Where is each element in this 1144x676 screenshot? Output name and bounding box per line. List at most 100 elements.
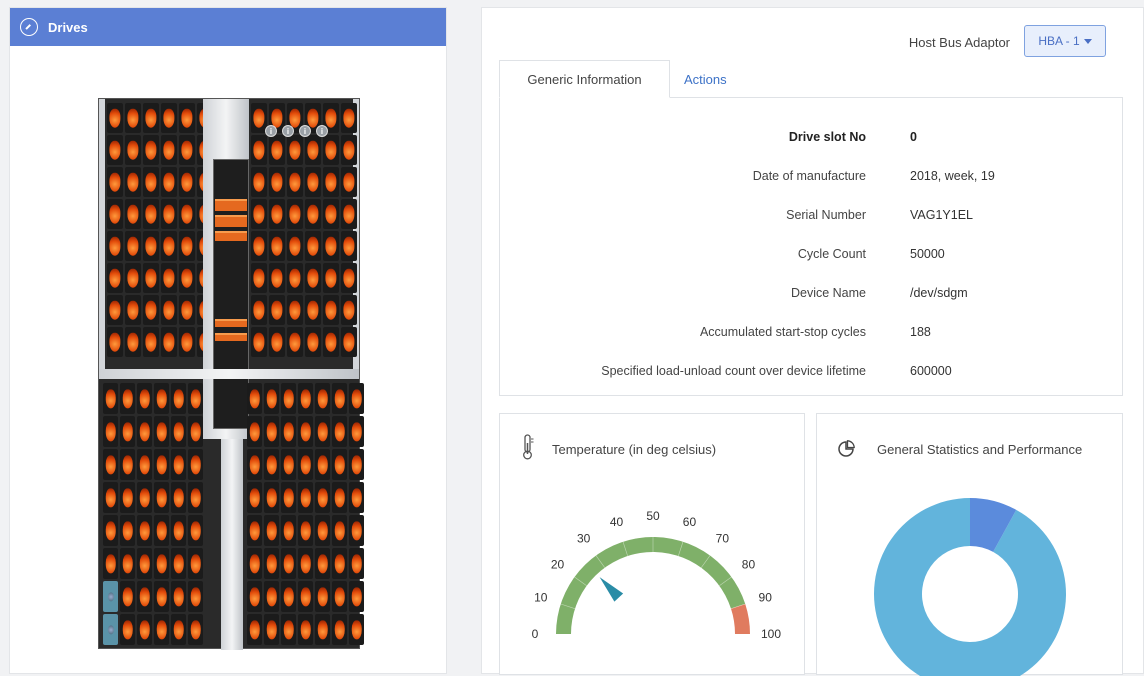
drive-slot[interactable] xyxy=(125,103,141,133)
info-badge-icon[interactable]: i xyxy=(316,125,328,137)
drive-slot[interactable] xyxy=(332,581,347,612)
drive-slot[interactable] xyxy=(298,482,313,513)
drive-slot[interactable] xyxy=(315,515,330,546)
hba-dropdown[interactable]: HBA - 1 xyxy=(1024,25,1106,57)
drive-slot[interactable] xyxy=(179,327,195,357)
drive-slot[interactable] xyxy=(154,416,169,447)
drive-slot[interactable] xyxy=(107,167,123,197)
drive-slot[interactable] xyxy=(315,482,330,513)
drive-slot[interactable] xyxy=(143,263,159,293)
drive-slot[interactable] xyxy=(103,383,118,414)
drive-slot[interactable] xyxy=(171,515,186,546)
drive-slot[interactable] xyxy=(349,581,364,612)
info-badge-icon[interactable]: i xyxy=(265,125,277,137)
drive-slot[interactable] xyxy=(349,515,364,546)
drive-slot[interactable] xyxy=(137,482,152,513)
drive-slot[interactable] xyxy=(179,167,195,197)
drive-slot[interactable] xyxy=(251,167,267,197)
drive-slot[interactable] xyxy=(298,416,313,447)
drive-slot[interactable] xyxy=(305,199,321,229)
drive-slot[interactable] xyxy=(323,167,339,197)
drive-slot[interactable] xyxy=(171,482,186,513)
drive-slot[interactable] xyxy=(137,548,152,579)
drive-slot[interactable] xyxy=(137,383,152,414)
drive-slot[interactable] xyxy=(188,449,203,480)
drive-slot[interactable] xyxy=(107,263,123,293)
drive-slot[interactable] xyxy=(251,327,267,357)
drive-slot[interactable] xyxy=(154,515,169,546)
drive-slot[interactable] xyxy=(305,231,321,261)
drive-slot[interactable] xyxy=(188,614,203,645)
drive-slot[interactable] xyxy=(179,231,195,261)
drive-slot[interactable] xyxy=(171,416,186,447)
drive-slot[interactable] xyxy=(179,103,195,133)
drive-slot[interactable] xyxy=(264,482,279,513)
drive-slot[interactable] xyxy=(332,548,347,579)
drive-slot[interactable] xyxy=(349,383,364,414)
drive-slot[interactable] xyxy=(341,167,357,197)
drive-slot[interactable] xyxy=(161,327,177,357)
drive-slot[interactable] xyxy=(287,199,303,229)
drive-slot[interactable] xyxy=(188,515,203,546)
drive-slot[interactable] xyxy=(264,548,279,579)
drive-slot[interactable] xyxy=(281,515,296,546)
drive-slot[interactable] xyxy=(269,231,285,261)
drive-slot[interactable] xyxy=(315,449,330,480)
drive-slot[interactable] xyxy=(143,231,159,261)
drive-slot[interactable] xyxy=(137,449,152,480)
drive-slot[interactable] xyxy=(179,135,195,165)
drive-slot[interactable] xyxy=(247,482,262,513)
drive-slot[interactable] xyxy=(315,383,330,414)
drive-slot[interactable] xyxy=(125,231,141,261)
drive-slot[interactable] xyxy=(137,581,152,612)
drive-slot[interactable] xyxy=(298,515,313,546)
drive-slot[interactable] xyxy=(143,199,159,229)
drive-slot[interactable] xyxy=(251,231,267,261)
drive-slot[interactable] xyxy=(125,167,141,197)
drive-slot[interactable] xyxy=(188,416,203,447)
drive-slot[interactable] xyxy=(287,231,303,261)
drive-slot[interactable] xyxy=(120,449,135,480)
drive-slot[interactable] xyxy=(125,327,141,357)
drive-slot[interactable] xyxy=(154,614,169,645)
drive-slot[interactable] xyxy=(247,383,262,414)
drive-slot[interactable] xyxy=(281,548,296,579)
drive-slot[interactable] xyxy=(107,231,123,261)
drive-slot[interactable] xyxy=(269,295,285,325)
drive-slot[interactable] xyxy=(247,614,262,645)
drive-slot[interactable] xyxy=(171,383,186,414)
drive-slot[interactable] xyxy=(305,327,321,357)
drive-slot[interactable] xyxy=(107,135,123,165)
drive-slot[interactable] xyxy=(349,482,364,513)
tab-actions[interactable]: Actions xyxy=(670,60,741,98)
drive-slot[interactable] xyxy=(137,614,152,645)
drive-slot[interactable] xyxy=(137,515,152,546)
drive-slot[interactable] xyxy=(281,383,296,414)
drive-slot[interactable] xyxy=(315,581,330,612)
drive-slot-selected[interactable] xyxy=(103,614,118,645)
drive-slot[interactable] xyxy=(143,135,159,165)
drive-slot[interactable] xyxy=(341,295,357,325)
drive-slot[interactable] xyxy=(120,416,135,447)
drive-slot[interactable] xyxy=(298,383,313,414)
drive-slot[interactable] xyxy=(247,449,262,480)
drive-slot[interactable] xyxy=(161,199,177,229)
drive-slot[interactable] xyxy=(125,263,141,293)
drive-slot[interactable] xyxy=(154,482,169,513)
drive-slot[interactable] xyxy=(281,581,296,612)
drive-slot[interactable] xyxy=(143,327,159,357)
drive-slot[interactable] xyxy=(125,135,141,165)
drive-slot[interactable] xyxy=(154,449,169,480)
drive-slot[interactable] xyxy=(251,263,267,293)
drive-slot[interactable] xyxy=(264,581,279,612)
drive-slot[interactable] xyxy=(247,515,262,546)
drive-slot[interactable] xyxy=(298,581,313,612)
drive-slot[interactable] xyxy=(298,548,313,579)
drive-slot[interactable] xyxy=(287,135,303,165)
drive-slot[interactable] xyxy=(120,614,135,645)
drive-slot[interactable] xyxy=(281,614,296,645)
drive-slot[interactable] xyxy=(315,614,330,645)
drive-slot[interactable] xyxy=(341,263,357,293)
drive-slot[interactable] xyxy=(332,383,347,414)
drive-slot[interactable] xyxy=(251,199,267,229)
